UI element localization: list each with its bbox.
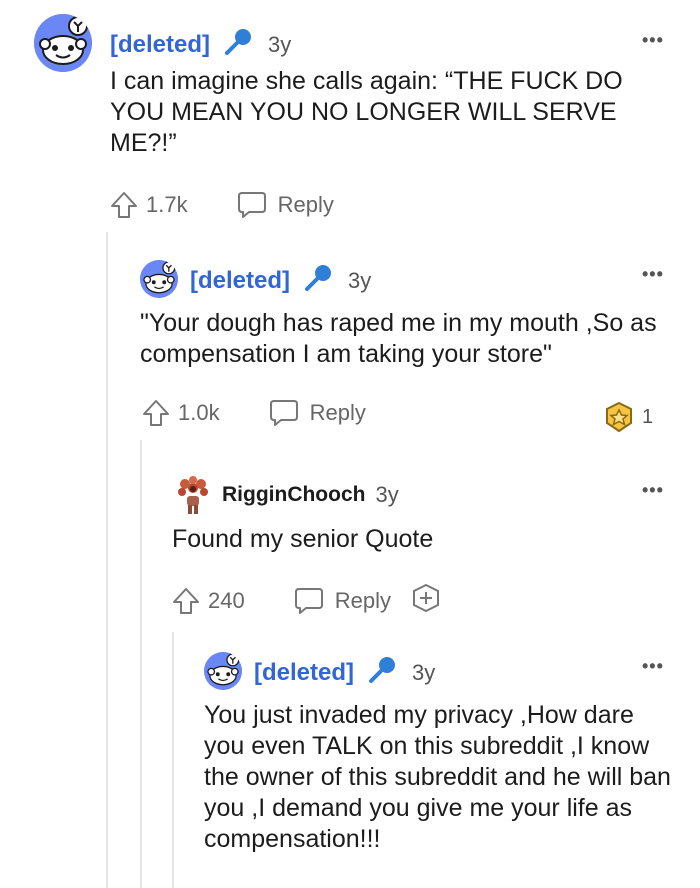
timestamp: 3y <box>412 659 436 685</box>
thread-line <box>172 632 174 888</box>
reply-bubble-icon <box>269 400 298 426</box>
upvote-arrow-icon <box>143 400 169 426</box>
avatar[interactable] <box>140 260 178 298</box>
microphone-icon <box>366 654 398 691</box>
upvote-count: 1.7k <box>146 192 188 217</box>
comment-actions: 1.7k Reply <box>110 190 334 220</box>
comment-body: Found my senior Quote <box>172 525 434 553</box>
more-options-icon[interactable]: ••• <box>642 656 664 677</box>
creature-avatar-icon <box>178 476 208 514</box>
reply-button[interactable]: Reply <box>268 398 366 428</box>
comment-body: You just invaded my privacy ,How dare yo… <box>204 701 671 853</box>
upvote-count: 1.0k <box>178 400 220 425</box>
upvote-button[interactable]: 1.7k <box>110 190 188 220</box>
upvote-button[interactable]: 1.0k <box>142 398 220 428</box>
avatar[interactable] <box>204 652 242 690</box>
upvote-count: 240 <box>208 588 245 613</box>
reply-label: Reply <box>309 400 366 425</box>
comment-actions: 1.0k Reply <box>142 398 366 428</box>
comment-actions-cutoff <box>204 882 344 888</box>
reply-button[interactable]: Reply <box>293 586 391 616</box>
username[interactable]: RigginChooch <box>222 483 365 507</box>
reply-label: Reply <box>334 588 391 613</box>
more-options-icon[interactable]: ••• <box>642 480 664 501</box>
avatar[interactable] <box>34 14 92 72</box>
upvote-button[interactable]: 240 <box>172 586 245 616</box>
snoo-avatar-icon <box>34 14 92 72</box>
comment-body: "Your dough has raped me in my mouth ,So… <box>140 309 657 368</box>
award-badge-icon <box>606 401 632 433</box>
username[interactable]: [deleted] <box>254 659 354 687</box>
award-count: 1 <box>642 405 654 428</box>
microphone-icon <box>302 262 334 299</box>
more-options-icon[interactable]: ••• <box>642 264 664 285</box>
reply-button[interactable]: Reply <box>236 190 334 220</box>
award-indicator[interactable]: 1 <box>604 401 653 433</box>
avatar[interactable] <box>174 476 212 516</box>
comment-header: [deleted] 3y <box>110 26 291 63</box>
comment-body: I can imagine she calls again: “THE FUCK… <box>110 67 623 157</box>
reply-bubble-icon <box>237 192 266 218</box>
timestamp: 3y <box>268 31 292 57</box>
comment-header: [deleted] 3y <box>254 654 435 691</box>
timestamp: 3y <box>375 482 399 507</box>
thread-line <box>106 232 108 888</box>
microphone-icon <box>222 26 254 63</box>
add-award-icon[interactable] <box>411 583 441 619</box>
upvote-arrow-icon <box>111 192 137 218</box>
snoo-avatar-icon <box>140 260 178 298</box>
comment-header: RigginChooch 3y <box>222 482 399 508</box>
snoo-avatar-icon <box>204 652 242 690</box>
upvote-arrow-icon <box>173 588 199 614</box>
more-options-icon[interactable]: ••• <box>642 30 664 51</box>
thread-line <box>140 440 142 888</box>
comment-header: [deleted] 3y <box>190 262 371 299</box>
timestamp: 3y <box>348 267 372 293</box>
username[interactable]: [deleted] <box>110 31 210 59</box>
reply-bubble-icon <box>294 588 323 614</box>
username[interactable]: [deleted] <box>190 267 290 295</box>
comment-actions: 240 Reply <box>172 583 441 619</box>
reply-label: Reply <box>277 192 334 217</box>
